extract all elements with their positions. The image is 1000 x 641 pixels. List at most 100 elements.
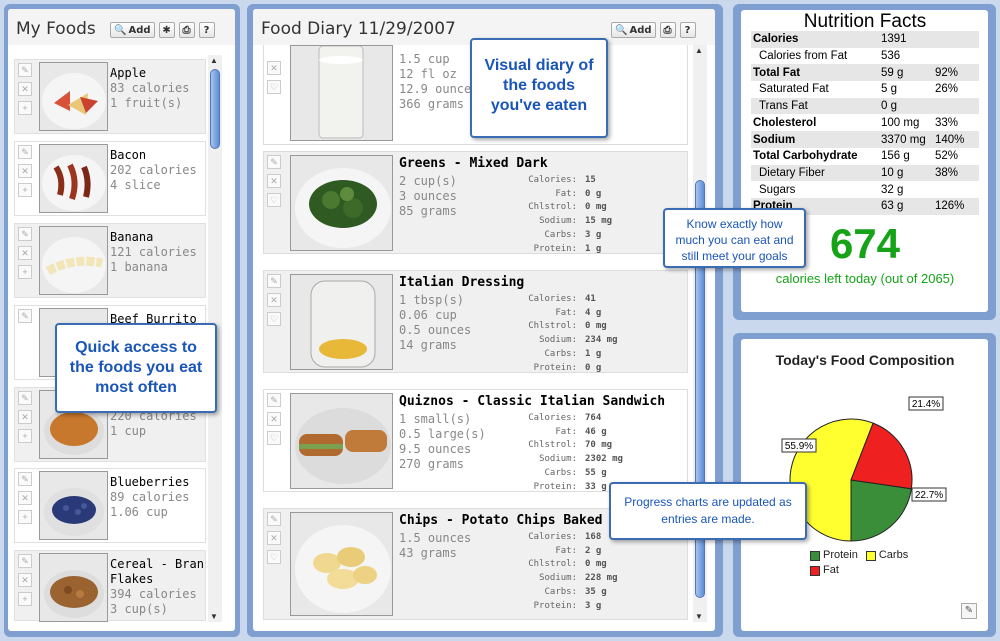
row-actions: ✕ ♡: [267, 61, 281, 94]
food-calories: 89 calories: [110, 490, 190, 504]
nutrition-amount: 100 mg: [881, 116, 920, 129]
nutrition-label: Sodium: [753, 133, 796, 146]
scroll-down-icon[interactable]: ▼: [695, 612, 703, 621]
nutrient-list: Calories: 15 Fat: 0 g Chlstrol: 0 mg Sodium…: [519, 174, 612, 256]
nutrition-row: Dietary Fiber 10 g 38%: [751, 164, 979, 182]
delete-icon[interactable]: ✕: [18, 246, 32, 260]
add-icon[interactable]: +: [18, 429, 32, 443]
delete-icon[interactable]: ✕: [267, 531, 281, 545]
edit-icon[interactable]: ✎: [18, 554, 32, 568]
edit-chart-icon[interactable]: ✎: [961, 603, 977, 619]
favorite-icon[interactable]: ♡: [267, 550, 281, 564]
svg-text:21.4%: 21.4%: [912, 399, 940, 410]
favorite-icon[interactable]: ♡: [267, 80, 281, 94]
nutrition-row: Calories from Fat 536: [751, 48, 979, 65]
diary-entry-quiznos[interactable]: ✎ ✕ ♡ Quiznos - Classic Italian Sandwich 1…: [263, 389, 688, 492]
add-label: Add: [128, 24, 151, 36]
row-actions: ✎ ✕ ♡: [267, 274, 281, 326]
delete-icon[interactable]: ✕: [267, 61, 281, 75]
nutrient-label: Calories:: [528, 413, 577, 423]
nutrition-percent: 26%: [935, 83, 959, 96]
food-item-blueberries[interactable]: ✎ ✕ + Blueberries 89 calories 1.06 cup: [14, 468, 206, 543]
add-icon[interactable]: +: [18, 183, 32, 197]
delete-icon[interactable]: ✕: [267, 174, 281, 188]
diary-entry-italian-dressing[interactable]: ✎ ✕ ♡ Italian Dressing 1 tbsp(s) 0.06 cup 0.…: [263, 270, 688, 373]
edit-icon[interactable]: ✎: [18, 391, 32, 405]
add-icon[interactable]: +: [18, 510, 32, 524]
favorite-icon[interactable]: ♡: [267, 431, 281, 445]
quantity: 43 grams: [399, 546, 457, 560]
svg-text:22.7%: 22.7%: [915, 490, 943, 501]
delete-icon[interactable]: ✕: [18, 164, 32, 178]
nutrient-label: Fat:: [555, 307, 577, 318]
delete-icon[interactable]: ✕: [18, 82, 32, 96]
diary-entry-greens[interactable]: ✎ ✕ ♡ Greens - Mixed Dark 2 cup(s) 3 ounces…: [263, 151, 688, 254]
nutrient-label: Carbs:: [544, 229, 577, 240]
print-icon[interactable]: ⎙: [659, 22, 676, 38]
nutrient-value: 0 mg: [585, 202, 607, 213]
delete-icon[interactable]: ✕: [18, 410, 32, 424]
food-diary-toolbar: 🔍 Add ⎙ ?: [611, 22, 696, 38]
blueberries-photo: [39, 471, 108, 540]
quantity: 9.5 ounces: [399, 442, 472, 456]
nutrition-row: Sugars 32 g: [751, 181, 979, 198]
my-foods-add-button[interactable]: 🔍 Add: [110, 22, 155, 38]
edit-icon[interactable]: ✎: [18, 63, 32, 77]
edit-icon[interactable]: ✎: [267, 274, 281, 288]
diary-add-button[interactable]: 🔍 Add: [611, 22, 656, 38]
scroll-up-icon[interactable]: ▲: [695, 46, 703, 55]
scroll-down-icon[interactable]: ▼: [210, 612, 218, 621]
help-icon[interactable]: ?: [679, 22, 696, 38]
edit-icon[interactable]: ✎: [267, 155, 281, 169]
nutrition-percent: 38%: [935, 166, 959, 179]
food-item-cereal[interactable]: ✎ ✕ + Cereal - Bran Flakes 394 calories 3 cup…: [14, 550, 206, 622]
svg-text:55.9%: 55.9%: [785, 441, 813, 452]
nutrient-value: 3 g: [585, 229, 602, 240]
add-icon[interactable]: +: [18, 265, 32, 279]
nutrient-label: Carbs:: [544, 586, 577, 597]
edit-icon[interactable]: ✎: [267, 393, 281, 407]
quantity: 0.06 cup: [399, 308, 457, 322]
add-icon[interactable]: +: [18, 101, 32, 115]
nutrient-label: Sodium:: [539, 454, 577, 465]
diary-entry-name: Italian Dressing: [399, 275, 525, 290]
delete-icon[interactable]: ✕: [267, 293, 281, 307]
nutrition-label: Sugars: [759, 183, 796, 196]
edit-icon[interactable]: ✎: [18, 227, 32, 241]
nutrition-percent: 33%: [935, 116, 959, 129]
nutrition-facts-title: Nutrition Facts: [803, 11, 927, 32]
nutrition-label: Trans Fat: [759, 100, 808, 113]
nutrient-value: 2302 mg: [585, 454, 623, 465]
food-serving: 1 banana: [110, 260, 168, 274]
favorite-icon[interactable]: ♡: [267, 193, 281, 207]
edit-icon[interactable]: ✎: [267, 512, 281, 526]
nutrient-label: Protein:: [533, 362, 577, 373]
diary-quantities: 1.5 cup 12 fl oz 12.9 ounces 366 grams: [399, 52, 478, 112]
my-foods-header: My Foods 🔍 Add ✱ ⎙ ?: [8, 9, 235, 45]
food-item-banana[interactable]: ✎ ✕ + Banana 121 calories 1 banana: [14, 223, 206, 298]
nutrition-label: Total Carbohydrate: [753, 150, 858, 163]
nutrient-value: 3 g: [585, 600, 602, 611]
add-icon[interactable]: +: [18, 592, 32, 606]
edit-icon[interactable]: ✎: [18, 472, 32, 486]
callout-visual-diary: Visual diary of the foods you've eaten: [470, 38, 608, 138]
favorite-icon[interactable]: ♡: [267, 312, 281, 326]
delete-icon[interactable]: ✕: [18, 573, 32, 587]
edit-icon[interactable]: ✎: [18, 309, 32, 323]
food-serving: 3 cup(s): [110, 602, 168, 616]
scroll-thumb[interactable]: [210, 69, 220, 149]
print-icon[interactable]: ⎙: [178, 22, 195, 38]
quantity: 1.5 ounces: [399, 531, 472, 545]
delete-icon[interactable]: ✕: [18, 491, 32, 505]
nutrient-label: Sodium:: [539, 335, 577, 346]
row-actions: ✎ ✕ ♡: [267, 393, 281, 445]
scroll-up-icon[interactable]: ▲: [210, 56, 218, 65]
food-item-apple[interactable]: ✎ ✕ + Apple 83 calories 1 fruit(s): [14, 59, 206, 134]
delete-icon[interactable]: ✕: [267, 412, 281, 426]
edit-icon[interactable]: ✎: [18, 145, 32, 159]
diary-quantities: 1.5 ounces 43 grams: [399, 531, 471, 561]
settings-icon[interactable]: ✱: [158, 22, 175, 38]
food-item-bacon[interactable]: ✎ ✕ + Bacon 202 calories 4 slice: [14, 141, 206, 216]
help-icon[interactable]: ?: [198, 22, 215, 38]
nutrition-amount: 10 g: [881, 166, 904, 179]
